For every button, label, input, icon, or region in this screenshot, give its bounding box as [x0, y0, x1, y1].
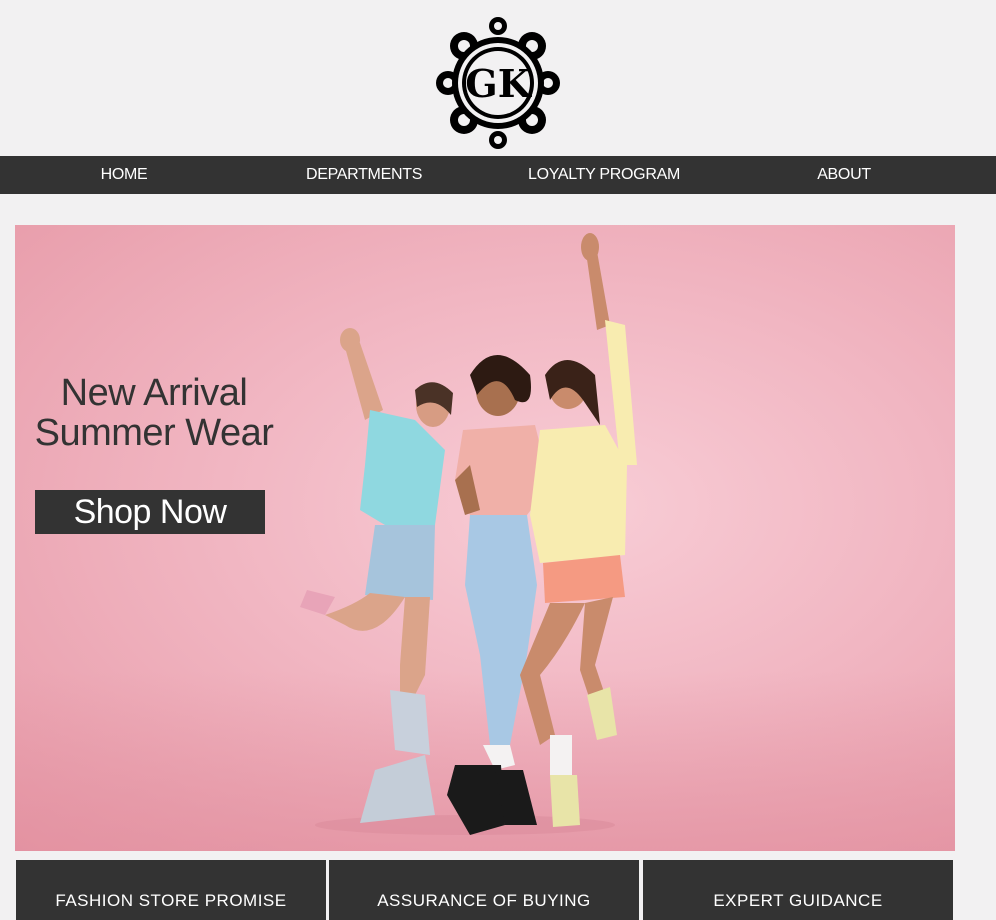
- nav-loyalty-program[interactable]: LOYALTY PROGRAM: [528, 156, 680, 194]
- feature-card-guidance[interactable]: EXPERT GUIDANCE: [643, 860, 953, 920]
- hero-photo: [300, 233, 637, 835]
- feature-card-label: EXPERT GUIDANCE: [713, 891, 883, 910]
- feature-card-promise[interactable]: FASHION STORE PROMISE: [16, 860, 326, 920]
- shop-now-button[interactable]: Shop Now: [35, 490, 265, 534]
- hero-headline-line2: Summer Wear: [34, 412, 274, 454]
- nav-about[interactable]: ABOUT: [817, 156, 871, 194]
- nav-home[interactable]: HOME: [101, 156, 148, 194]
- logo-text: GK: [465, 61, 532, 106]
- header: GK: [0, 0, 996, 156]
- nav-departments[interactable]: DEPARTMENTS: [306, 156, 422, 194]
- brand-logo[interactable]: GK: [434, 16, 562, 150]
- main-navigation: HOME DEPARTMENTS LOYALTY PROGRAM ABOUT: [0, 156, 996, 194]
- hero-headline: New Arrival Summer Wear: [28, 373, 280, 453]
- feature-card-label: FASHION STORE PROMISE: [55, 891, 287, 910]
- feature-card-assurance[interactable]: ASSURANCE OF BUYING: [329, 860, 639, 920]
- hero-headline-line1: New Arrival: [60, 372, 248, 414]
- hero-banner: New Arrival Summer Wear Shop Now: [15, 225, 955, 851]
- feature-card-label: ASSURANCE OF BUYING: [377, 891, 591, 910]
